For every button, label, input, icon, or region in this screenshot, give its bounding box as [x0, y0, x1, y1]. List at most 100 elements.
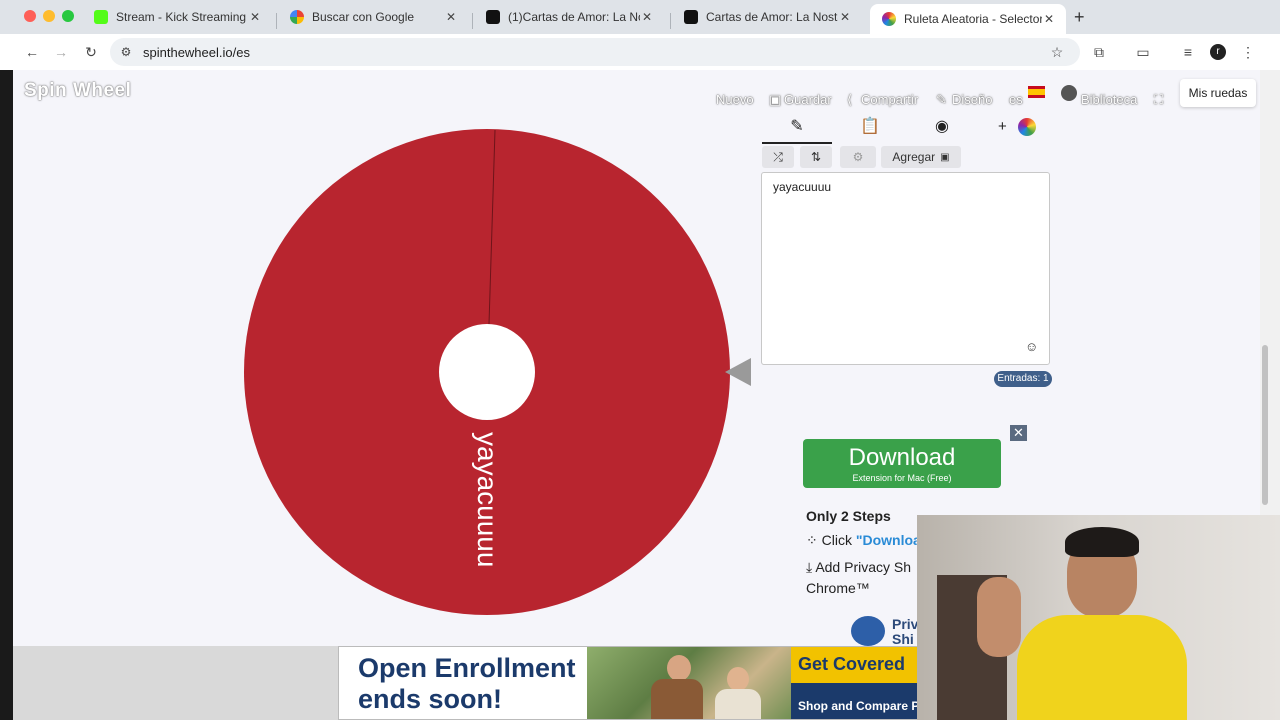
hide-icon[interactable]: ◉	[907, 116, 977, 142]
close-tab-icon[interactable]: ✕	[248, 10, 262, 24]
ad-sub[interactable]: Shop and Compare Pl	[798, 699, 917, 713]
step-2-text: Add Privacy Sh	[815, 559, 912, 575]
step-1: ⁘ Click "Downloa	[806, 532, 921, 549]
library-icon[interactable]	[1061, 85, 1077, 101]
reload-icon[interactable]: ↻	[81, 42, 101, 62]
shuffle-button[interactable]: ⤮	[762, 146, 794, 168]
share-icon[interactable]: ⟨	[847, 92, 852, 108]
browser-tab-active[interactable]: Ruleta Aleatoria - Selector Po ✕	[870, 4, 1066, 34]
emoji-icon[interactable]: ☺	[1025, 339, 1038, 354]
entries-count-badge: Entradas: 1	[994, 371, 1052, 387]
media-controls-icon[interactable]: ≡	[1178, 42, 1198, 62]
wheel-hub[interactable]	[439, 324, 535, 420]
forward-icon[interactable]: →	[51, 42, 71, 62]
webcam-person-hair	[1065, 527, 1139, 557]
clipboard-icon[interactable]: 📋	[835, 116, 905, 142]
scrollbar-thumb[interactable]	[1262, 345, 1268, 505]
settings-button[interactable]: ⚙	[840, 146, 876, 168]
add-image-label: Agregar	[892, 150, 936, 164]
fullscreen-icon[interactable]: ⛶	[1154, 92, 1163, 108]
tab-divider	[472, 13, 473, 29]
close-tab-icon[interactable]: ✕	[838, 10, 852, 24]
brand-line-2: Shi	[892, 631, 914, 647]
webcam-person-shirt	[1017, 615, 1187, 720]
brand-line-1: Priv	[892, 616, 919, 632]
tiktok-icon	[486, 10, 500, 24]
wheel-segment-label: yayacuuuu	[472, 432, 503, 567]
ad-cta[interactable]: Get Covered	[798, 654, 905, 675]
minimize-window-button[interactable]	[43, 10, 55, 22]
tab-title: Buscar con Google	[312, 10, 415, 24]
profile-avatar[interactable]: r	[1210, 44, 1226, 60]
cursor-click-icon: ⁘	[806, 532, 822, 548]
brand-name: Priv Shi	[892, 617, 918, 647]
ad-photo-person	[727, 667, 749, 691]
spin-wheel[interactable]: yayacuuuu	[240, 126, 740, 621]
nav-nuevo[interactable]: Nuevo	[716, 92, 754, 107]
browser-tab[interactable]: (1)Cartas de Amor: La Nostalgia ✕	[474, 4, 664, 30]
extensions-icon[interactable]: ⧉	[1089, 42, 1109, 62]
browser-tab-bar: Stream - Kick Streaming ✕ Buscar con Goo…	[0, 0, 1280, 34]
download-button[interactable]: Download Extension for Mac (Free)	[803, 439, 1001, 488]
steps-title: Only 2 Steps	[806, 508, 891, 524]
back-icon[interactable]: ←	[22, 42, 42, 62]
pencil-icon[interactable]: ✎	[936, 92, 947, 108]
add-image-button[interactable]: Agregar ▣	[881, 146, 961, 168]
step-1-text: Click	[821, 532, 856, 548]
browser-tab[interactable]: Stream - Kick Streaming ✕	[82, 4, 272, 30]
url-text[interactable]: spinthewheel.io/es	[143, 45, 250, 60]
tab-title: Stream - Kick Streaming	[116, 10, 247, 24]
close-ad-icon[interactable]: ✕	[1010, 425, 1027, 441]
entries-textarea[interactable]	[761, 172, 1050, 365]
bottom-ad-banner[interactable]: Open Enrollment ends soon! Get Covered S…	[338, 646, 918, 720]
sort-button[interactable]: ⇅	[800, 146, 832, 168]
ad-headline: Open Enrollment ends soon!	[358, 653, 576, 715]
download-label: Download	[848, 444, 956, 471]
wheel-icon	[882, 12, 896, 26]
shuffle-icon: ⤮	[773, 149, 783, 164]
nav-diseno[interactable]: Diseño	[952, 92, 992, 107]
cast-icon[interactable]: ▭	[1133, 42, 1153, 62]
gear-icon: ⚙	[852, 150, 864, 164]
spain-flag-icon[interactable]	[1028, 86, 1045, 98]
tab-title: Ruleta Aleatoria - Selector Po	[904, 12, 1042, 26]
wheel-pointer-icon	[725, 358, 751, 386]
download-arrow-icon: ⤓	[806, 559, 816, 575]
entry-text[interactable]: yayacuuuu	[773, 180, 831, 194]
shield-globe-icon	[851, 616, 885, 646]
edit-icon[interactable]: ✎	[762, 116, 832, 144]
tab-divider	[276, 13, 277, 29]
webcam-person-hand	[977, 577, 1021, 657]
nav-compartir[interactable]: Compartir	[861, 92, 918, 107]
step-2-text-cont: Chrome™	[806, 580, 870, 596]
new-tab-button[interactable]: +	[1074, 7, 1085, 28]
address-bar[interactable]	[110, 38, 1080, 66]
browser-tab[interactable]: Buscar con Google ✕	[278, 4, 468, 30]
sort-icon: ⇅	[810, 150, 822, 164]
site-logo[interactable]: Spin Wheel	[24, 80, 131, 102]
webcam-overlay	[917, 515, 1280, 720]
add-icon[interactable]: +	[998, 118, 1007, 135]
close-tab-icon[interactable]: ✕	[444, 10, 458, 24]
site-settings-icon[interactable]: ⚙	[116, 42, 136, 62]
tiktok-icon	[684, 10, 698, 24]
nav-guardar[interactable]: Guardar	[784, 92, 832, 107]
my-wheels-button[interactable]: Mis ruedas	[1180, 79, 1256, 107]
browser-tab[interactable]: Cartas de Amor: La Nostalgia ✕	[672, 4, 862, 30]
bookmark-star-icon[interactable]: ☆	[1047, 42, 1067, 62]
maximize-window-button[interactable]	[62, 10, 74, 22]
nav-biblioteca[interactable]: Biblioteca	[1081, 92, 1137, 107]
download-sublabel: Extension for Mac (Free)	[852, 473, 952, 483]
step-2: ⤓ Add Privacy Sh	[806, 559, 911, 576]
browser-menu-icon[interactable]: ⋮	[1238, 42, 1258, 62]
tab-divider	[670, 13, 671, 29]
ad-photo-couple	[587, 647, 791, 719]
nav-language[interactable]: es	[1009, 92, 1023, 107]
save-icon[interactable]: ▣	[769, 92, 781, 108]
close-window-button[interactable]	[24, 10, 36, 22]
tab-title: Cartas de Amor: La Nostalgia	[706, 10, 838, 24]
color-wheel-icon[interactable]	[1018, 118, 1036, 136]
close-tab-icon[interactable]: ✕	[1042, 12, 1056, 26]
close-tab-icon[interactable]: ✕	[640, 10, 654, 24]
step-1-link[interactable]: "Downloa	[856, 532, 921, 548]
